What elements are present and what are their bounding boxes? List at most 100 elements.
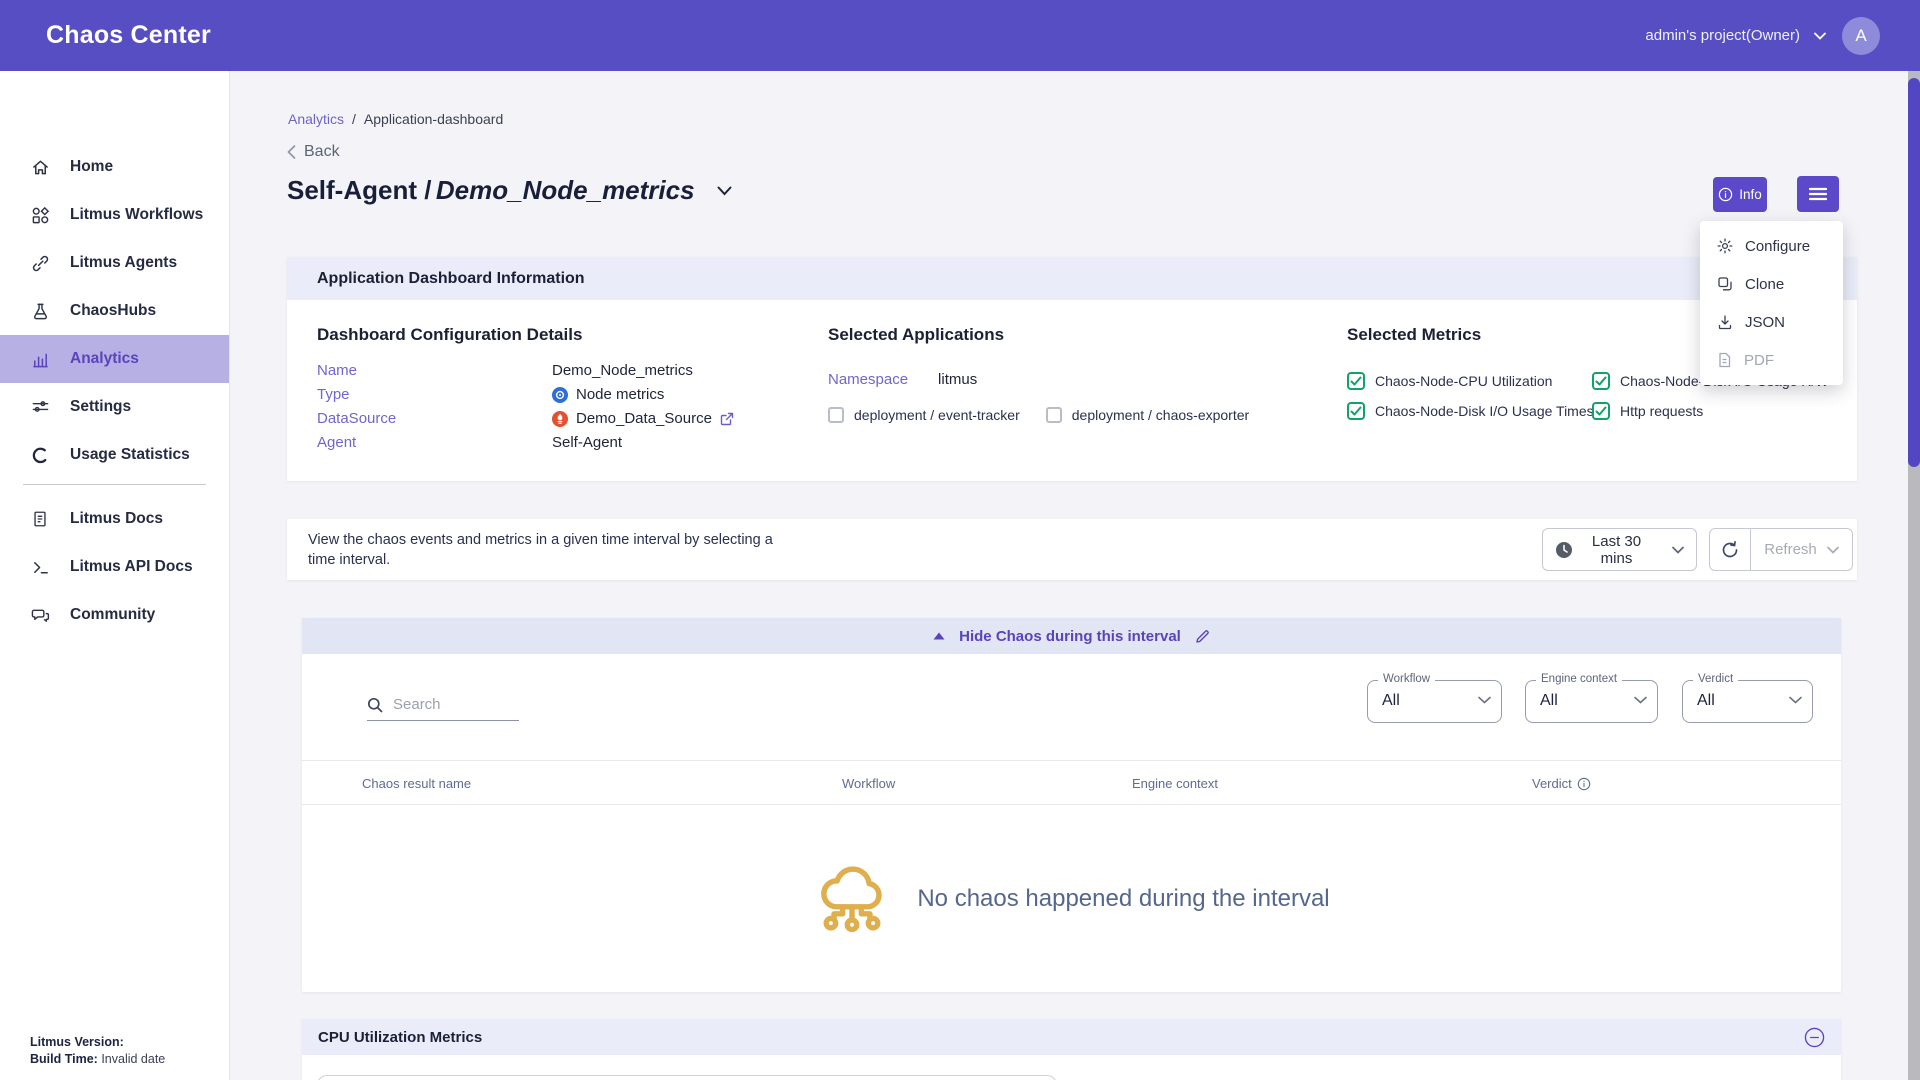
checkbox-checked-icon — [1592, 402, 1610, 420]
project-switcher[interactable]: admin's project(Owner) — [1645, 27, 1826, 44]
scrollbar-thumb[interactable] — [1908, 78, 1920, 467]
checkbox-metric-cpu[interactable]: Chaos-Node-CPU Utilization — [1347, 372, 1592, 390]
collapse-minus-icon[interactable] — [1804, 1027, 1825, 1048]
verdict-filter-value: All — [1697, 692, 1715, 710]
cpu-metrics-panel: CPU Utilization Metrics — [302, 1019, 1841, 1080]
empty-state: No chaos happened during the interval — [302, 806, 1841, 991]
title-agent: Self-Agent / — [287, 175, 431, 205]
sidebar-item-litmus-workflows[interactable]: Litmus Workflows — [0, 191, 229, 239]
pencil-icon[interactable] — [1195, 629, 1210, 644]
title-chevron-down-icon[interactable] — [717, 186, 732, 196]
selected-applications-title: Selected Applications — [828, 325, 1298, 345]
engine-context-filter-value: All — [1540, 692, 1558, 710]
info-button[interactable]: Info — [1713, 177, 1767, 212]
verdict-filter-select[interactable]: Verdict All — [1682, 680, 1813, 723]
config-datasource-value: Demo_Data_Source — [552, 410, 797, 427]
time-range-select[interactable]: Last 30 mins — [1542, 528, 1697, 571]
chevron-down-icon — [1814, 32, 1826, 40]
config-details-section: Dashboard Configuration Details Name Dem… — [317, 325, 797, 451]
scrollbar-track[interactable] — [1908, 71, 1920, 1080]
sidebar: Home Litmus Workflows Litmus Agents Chao… — [0, 71, 230, 1080]
title-dashboard-name: Demo_Node_metrics — [436, 175, 695, 205]
column-chaos-result-name: Chaos result name — [362, 776, 471, 791]
info-icon — [1718, 187, 1733, 202]
sidebar-item-usage-statistics[interactable]: Usage Statistics — [0, 431, 229, 479]
workflows-icon — [30, 206, 50, 225]
node-metrics-icon — [552, 387, 568, 403]
sidebar-item-litmus-api-docs[interactable]: Litmus API Docs — [0, 543, 229, 591]
sidebar-item-chaoshubs[interactable]: ChaosHubs — [0, 287, 229, 335]
checkbox-chaos-exporter[interactable]: deployment / chaos-exporter — [1046, 407, 1249, 423]
chevron-down-icon — [1672, 546, 1684, 554]
chaos-table-panel: Hide Chaos during this interval Workflow… — [302, 618, 1841, 992]
verdict-filter-label: Verdict — [1693, 673, 1738, 685]
checkbox-metric-disk-times[interactable]: Chaos-Node-Disk I/O Usage Times — [1347, 402, 1592, 420]
settings-icon — [30, 398, 50, 417]
home-icon — [30, 158, 50, 177]
workflow-filter-value: All — [1382, 692, 1400, 710]
config-type-label: Type — [317, 386, 552, 403]
menu-item-json[interactable]: JSON — [1700, 303, 1843, 341]
clock-icon — [1555, 541, 1573, 559]
search-input[interactable] — [393, 696, 503, 713]
dashboard-info-header: Application Dashboard Information — [287, 257, 1857, 300]
checkbox-unchecked-icon — [828, 407, 844, 423]
sidebar-item-settings[interactable]: Settings — [0, 383, 229, 431]
back-button[interactable]: Back — [287, 143, 340, 161]
config-datasource-label: DataSource — [317, 410, 552, 427]
menu-item-pdf[interactable]: PDF — [1700, 341, 1843, 379]
sidebar-item-litmus-agents[interactable]: Litmus Agents — [0, 239, 229, 287]
chevron-down-icon — [1789, 696, 1802, 704]
breadcrumb-analytics[interactable]: Analytics — [288, 111, 344, 127]
hide-chaos-toggle[interactable]: Hide Chaos during this interval — [302, 618, 1841, 654]
external-link-icon[interactable] — [720, 412, 734, 426]
litmus-version-label: Litmus Version: — [30, 1035, 124, 1049]
dashboard-info-panel: Application Dashboard Information Dashbo… — [287, 257, 1857, 481]
engine-context-filter-select[interactable]: Engine context All — [1525, 680, 1658, 723]
checkbox-checked-icon — [1592, 372, 1610, 390]
build-time-label: Build Time: — [30, 1052, 98, 1066]
search-icon — [367, 697, 383, 713]
menu-item-clone[interactable]: Clone — [1700, 265, 1843, 303]
breadcrumb-current: Application-dashboard — [364, 111, 503, 127]
download-icon — [1717, 314, 1733, 330]
sidebar-item-analytics[interactable]: Analytics — [0, 335, 229, 383]
checkbox-checked-icon — [1347, 402, 1365, 420]
checkbox-checked-icon — [1347, 372, 1365, 390]
config-agent-label: Agent — [317, 434, 552, 451]
refresh-dropdown-button[interactable]: Refresh — [1750, 528, 1853, 571]
checkbox-event-tracker[interactable]: deployment / event-tracker — [828, 407, 1020, 423]
file-icon — [1717, 352, 1732, 368]
community-icon — [30, 606, 50, 625]
config-name-label: Name — [317, 362, 552, 379]
app-title: Chaos Center — [46, 21, 211, 50]
config-name-value: Demo_Node_metrics — [552, 362, 797, 379]
interval-panel: View the chaos events and metrics in a g… — [287, 519, 1857, 580]
interval-description: View the chaos events and metrics in a g… — [308, 530, 778, 570]
namespace-label: Namespace — [828, 371, 908, 388]
avatar[interactable]: A — [1842, 17, 1880, 55]
info-icon[interactable] — [1577, 777, 1591, 791]
sidebar-item-community[interactable]: Community — [0, 591, 229, 639]
selected-applications-section: Selected Applications Namespace litmus d… — [828, 325, 1298, 423]
usage-statistics-icon — [30, 446, 50, 465]
caret-up-icon — [933, 632, 945, 640]
cpu-metrics-header: CPU Utilization Metrics — [302, 1019, 1841, 1055]
project-label: admin's project(Owner) — [1645, 27, 1800, 44]
sidebar-item-litmus-docs[interactable]: Litmus Docs — [0, 495, 229, 543]
reload-button[interactable] — [1709, 528, 1751, 571]
kebab-menu-button[interactable] — [1797, 176, 1839, 212]
sidebar-item-home[interactable]: Home — [0, 143, 229, 191]
build-time-value: Invalid date — [101, 1052, 165, 1066]
checkbox-unchecked-icon — [1046, 407, 1062, 423]
namespace-value: litmus — [938, 371, 977, 388]
workflow-filter-select[interactable]: Workflow All — [1367, 680, 1502, 723]
menu-item-configure[interactable]: Configure — [1700, 227, 1843, 265]
checkbox-metric-http[interactable]: Http requests — [1592, 402, 1847, 420]
chaoshubs-icon — [30, 302, 50, 321]
analytics-icon — [30, 350, 50, 369]
workflow-filter-label: Workflow — [1378, 673, 1435, 685]
sidebar-divider — [23, 484, 206, 485]
search-field — [367, 696, 519, 721]
chaos-cloud-icon — [813, 858, 891, 940]
